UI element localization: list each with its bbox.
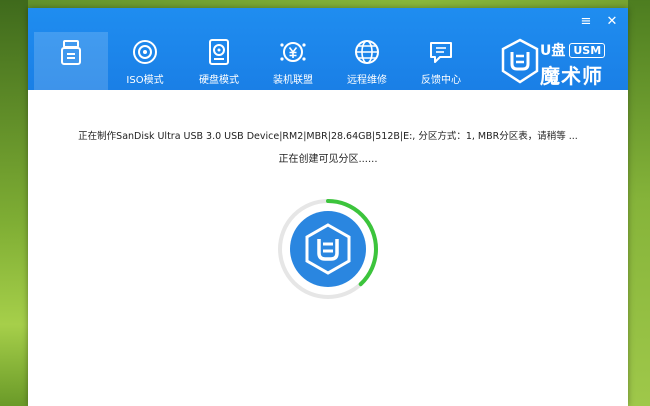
yen-coin-icon: [280, 42, 306, 62]
nav-item-remote-repair[interactable]: 远程维修: [330, 32, 404, 90]
window-controls: ≡ ✕: [578, 12, 620, 32]
logo-text-top: U盘 USM: [540, 40, 606, 60]
title-bar: ≡ ✕ ISO模式 硬盘模式 装机联盟 远程维修 反馈中心 U盘 USM 魔术师: [28, 8, 628, 90]
logo-text-bottom: 魔术师: [540, 64, 603, 88]
logo-text-u-disk: U盘: [540, 43, 566, 59]
nav-label: 装机联盟: [273, 75, 313, 86]
status-step: 正在创建可见分区......: [278, 154, 378, 165]
nav-item-iso[interactable]: ISO模式: [108, 32, 182, 90]
logo-usm-badge: USM: [569, 42, 606, 58]
main-nav: ISO模式 硬盘模式 装机联盟 远程维修 反馈中心: [34, 32, 478, 90]
disc-icon: [133, 40, 157, 64]
nav-label: 硬盘模式: [199, 75, 239, 86]
globe-icon: [355, 40, 379, 64]
desktop-background-left: [0, 0, 28, 406]
chat-bubble-icon: [430, 42, 452, 63]
hard-drive-icon: [209, 39, 229, 65]
nav-label: 远程维修: [347, 75, 387, 86]
desktop-background-right: [628, 0, 650, 406]
menu-button[interactable]: ≡: [578, 14, 594, 30]
status-message: 正在制作SanDisk Ultra USB 3.0 USB Device|RM2…: [78, 131, 578, 142]
app-window: ≡ ✕ ISO模式 硬盘模式 装机联盟 远程维修 反馈中心 U盘 USM 魔术师…: [28, 8, 628, 406]
nav-item-alliance[interactable]: 装机联盟: [256, 32, 330, 90]
close-button[interactable]: ✕: [604, 14, 620, 30]
usb-drive-icon: [61, 40, 81, 65]
nav-item-usb[interactable]: [34, 32, 108, 90]
logo-disc: [290, 211, 366, 287]
progress-ring: [275, 196, 381, 302]
app-logo: U盘 USM 魔术师: [500, 36, 618, 88]
main-content: 正在制作SanDisk Ultra USB 3.0 USB Device|RM2…: [28, 90, 628, 406]
usm-logo-icon: [501, 38, 539, 84]
nav-label: 反馈中心: [421, 75, 461, 86]
progress-ring-graphic: [278, 199, 378, 299]
nav-item-feedback[interactable]: 反馈中心: [404, 32, 478, 90]
nav-item-harddisk[interactable]: 硬盘模式: [182, 32, 256, 90]
nav-label: ISO模式: [126, 75, 164, 86]
